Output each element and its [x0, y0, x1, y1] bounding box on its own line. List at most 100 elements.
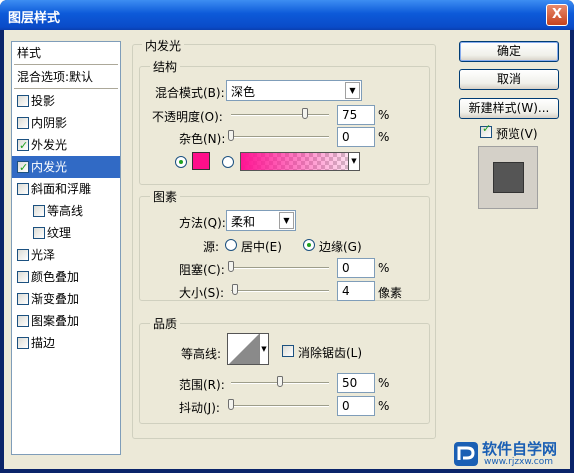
source-edge-radio[interactable]	[303, 239, 315, 251]
opacity-slider-thumb[interactable]	[301, 108, 308, 119]
style-item-label: 外发光	[31, 138, 68, 152]
style-item-checkbox[interactable]	[17, 117, 29, 129]
chevron-down-icon: ▼	[345, 82, 360, 99]
watermark-url: www.rjzxw.com	[484, 457, 553, 467]
method-select[interactable]: 柔和 ▼	[226, 210, 296, 231]
logo-icon	[454, 442, 478, 466]
choke-unit: %	[378, 261, 390, 275]
range-slider-thumb[interactable]	[277, 376, 283, 387]
contour-preview-icon	[229, 334, 259, 364]
contour-label: 等高线:	[181, 347, 222, 361]
style-item-checkbox[interactable]	[17, 293, 29, 305]
jitter-slider[interactable]	[231, 405, 329, 407]
chevron-down-icon: ▼	[259, 334, 268, 364]
style-preview	[478, 146, 538, 209]
style-item[interactable]: 斜面和浮雕	[12, 178, 120, 200]
range-input[interactable]: 50	[337, 373, 375, 393]
noise-unit: %	[378, 130, 390, 144]
style-item[interactable]: 纹理	[12, 222, 120, 244]
style-item[interactable]: 光泽	[12, 244, 120, 266]
antialias-checkbox[interactable]	[282, 345, 294, 357]
style-item-checkbox[interactable]	[17, 183, 29, 195]
solid-color-radio[interactable]	[175, 156, 187, 168]
style-item-checkbox[interactable]	[33, 205, 45, 217]
choke-input[interactable]: 0	[337, 258, 375, 278]
antialias-label: 消除锯齿(L)	[298, 346, 363, 360]
source-center-radio[interactable]	[225, 239, 237, 251]
glow-color-swatch[interactable]	[192, 152, 210, 170]
window-title: 图层样式	[8, 11, 61, 26]
source-label: 源:	[203, 240, 220, 254]
style-item-checkbox[interactable]	[17, 157, 29, 179]
style-item[interactable]: 图案叠加	[12, 310, 120, 332]
choke-slider-thumb[interactable]	[228, 261, 234, 272]
range-label: 范围(R):	[179, 378, 225, 392]
style-item-checkbox[interactable]	[17, 95, 29, 107]
gradient-picker[interactable]: ▼	[240, 152, 360, 171]
elements-title: 图素	[150, 188, 181, 205]
new-style-button[interactable]: 新建样式(W)...	[459, 98, 559, 119]
inner-glow-title: 内发光	[142, 37, 185, 54]
choke-slider[interactable]	[231, 267, 329, 269]
ok-button[interactable]: 确定	[459, 41, 559, 62]
noise-input[interactable]: 0	[337, 127, 375, 147]
opacity-unit: %	[378, 108, 390, 122]
style-item-checkbox[interactable]	[17, 337, 29, 349]
blend-mode-value: 深色	[231, 85, 256, 99]
opacity-input[interactable]: 75	[337, 105, 375, 125]
style-item[interactable]: 内发光	[12, 156, 120, 179]
style-item-checkbox[interactable]	[17, 315, 29, 327]
close-button[interactable]: X	[546, 4, 568, 26]
style-item[interactable]: 描边	[12, 332, 120, 354]
style-item-checkbox[interactable]	[33, 227, 45, 239]
style-item[interactable]: 渐变叠加	[12, 288, 120, 310]
watermark-logo: 软件自学网 www.rjzxw.com	[452, 438, 570, 469]
divider	[14, 64, 118, 65]
noise-slider-thumb[interactable]	[228, 130, 234, 141]
divider	[14, 88, 118, 89]
jitter-unit: %	[378, 399, 390, 413]
jitter-input[interactable]: 0	[337, 396, 375, 416]
style-item[interactable]: 外发光	[12, 134, 120, 157]
opacity-slider[interactable]	[231, 114, 329, 116]
contour-picker[interactable]: ▼	[227, 333, 269, 365]
style-item-label: 内阴影	[31, 116, 68, 130]
blend-options-label: 混合选项:默认	[17, 70, 94, 84]
style-item-label: 纹理	[47, 226, 72, 240]
style-item-label: 等高线	[47, 204, 84, 218]
title-bar: 图层样式 X	[0, 0, 574, 30]
noise-slider[interactable]	[231, 136, 329, 138]
style-item[interactable]: 等高线	[12, 200, 120, 222]
style-item-checkbox[interactable]	[17, 249, 29, 261]
jitter-slider-thumb[interactable]	[228, 399, 234, 410]
size-slider-thumb[interactable]	[232, 284, 238, 295]
structure-title: 结构	[150, 58, 181, 75]
styles-header-label: 样式	[17, 46, 42, 60]
opacity-label: 不透明度(O):	[152, 110, 223, 124]
styles-list: 样式 混合选项:默认 投影内阴影外发光内发光斜面和浮雕等高线纹理光泽颜色叠加渐变…	[11, 41, 121, 455]
style-item-checkbox[interactable]	[17, 271, 29, 283]
style-item-checkbox[interactable]	[17, 135, 29, 157]
style-item-label: 斜面和浮雕	[31, 182, 92, 196]
source-edge-label: 边缘(G)	[319, 240, 362, 254]
size-unit: 像素	[378, 286, 403, 300]
style-item[interactable]: 投影	[12, 90, 120, 112]
cancel-button[interactable]: 取消	[459, 69, 559, 90]
preview-label: 预览(V)	[496, 127, 538, 141]
blend-options-item[interactable]: 混合选项:默认	[12, 66, 120, 88]
noise-label: 杂色(N):	[179, 132, 226, 146]
watermark-brand: 软件自学网	[482, 440, 558, 458]
quality-title: 品质	[150, 315, 181, 332]
chevron-down-icon: ▼	[279, 212, 294, 229]
choke-label: 阻塞(C):	[179, 263, 225, 277]
style-item[interactable]: 内阴影	[12, 112, 120, 134]
style-item-label: 颜色叠加	[31, 270, 80, 284]
styles-header[interactable]: 样式	[12, 42, 120, 64]
preview-checkbox[interactable]	[480, 122, 492, 138]
gradient-radio[interactable]	[222, 156, 234, 168]
blend-mode-select[interactable]: 深色 ▼	[226, 80, 362, 101]
size-input[interactable]: 4	[337, 281, 375, 301]
size-slider[interactable]	[231, 290, 329, 292]
style-item[interactable]: 颜色叠加	[12, 266, 120, 288]
style-item-label: 光泽	[31, 248, 56, 262]
